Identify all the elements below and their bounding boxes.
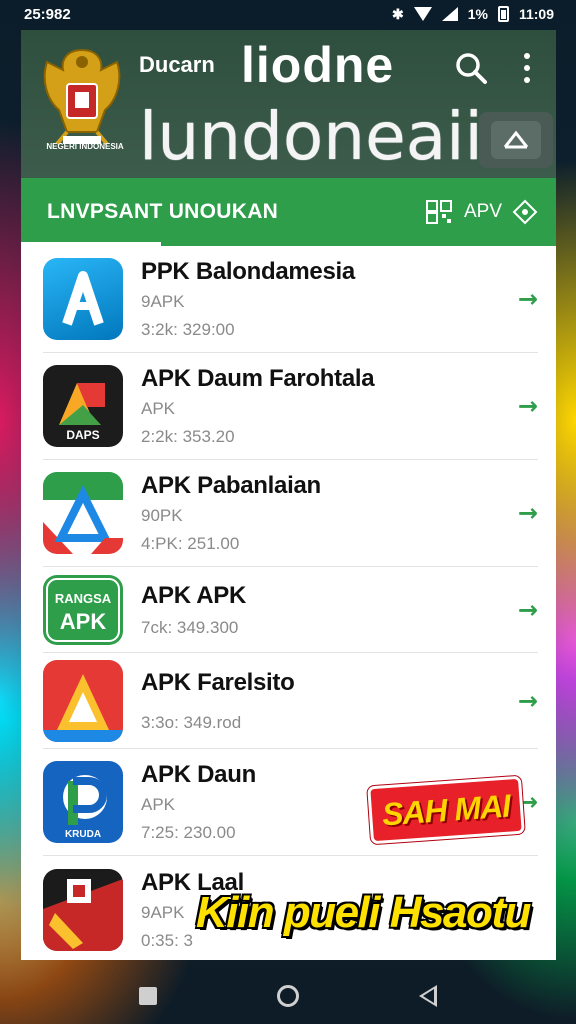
tab-bar: LNVPSANT UNOUKAN APV [21, 178, 556, 246]
app-stats: 3:3o: 349.rod [141, 712, 242, 732]
system-nav-bar [0, 968, 576, 1024]
app-stats: 7:25: 230.00 [141, 823, 236, 842]
app-name: APK Farelsito [141, 668, 295, 696]
app-name: APK Daun [141, 761, 256, 788]
brand-small-title: Ducarn [139, 52, 215, 77]
svg-text:DAPS: DAPS [66, 428, 99, 442]
brand-huge-title: lundoneaiia [139, 98, 524, 175]
svg-text:RANGSA: RANGSA [55, 591, 112, 606]
arrow-right-icon[interactable]: → [518, 285, 538, 313]
app-sub: APK [141, 399, 176, 418]
item-meta: APK APK 7ck: 349.300 [141, 582, 246, 638]
list-item[interactable]: APK Pabanlaian 90PK 4:PK: 251.00 → [43, 460, 538, 567]
arrow-right-icon[interactable]: → [518, 788, 538, 816]
app-stats: 3:2k: 329:00 [141, 320, 235, 339]
brand-big-title: liodne [241, 37, 395, 93]
rangsa-apk-icon: RANGSA APK [43, 574, 123, 645]
list-item[interactable]: PPK Balondamesia 9APK 3:2k: 329:00 → [43, 246, 538, 353]
share-inner [491, 121, 541, 159]
app-name: APK APK [141, 581, 247, 609]
promo-sticker: SAH MAI [370, 778, 522, 842]
item-meta: APK Pabanlaian 90PK 4:PK: 251.00 [141, 472, 321, 554]
battery-icon [497, 6, 509, 22]
battery-percent: 1% [467, 6, 488, 22]
wifi-icon [413, 7, 432, 21]
qr-code-icon[interactable] [425, 200, 454, 224]
arrow-right-icon[interactable]: → [518, 392, 538, 420]
svg-text:APK: APK [60, 609, 107, 634]
status-time-left: 25:982 [24, 5, 71, 23]
item-meta: APK Daum Farohtala APK 2:2k: 353.20 [141, 365, 375, 447]
share-icon [503, 130, 529, 149]
arrow-right-icon[interactable]: → [518, 687, 538, 715]
app-stats: 4:PK: 251.00 [141, 534, 240, 553]
app-header: NEGERI INDONESIA Ducarn liodne lundoneai… [21, 30, 556, 178]
back-triangle-icon[interactable] [419, 985, 437, 1007]
svg-text:KRUDA: KRUDA [65, 829, 101, 840]
promo-sticker-text: SAH MAI [380, 787, 512, 832]
emblem-caption: NEGERI INDONESIA [46, 142, 124, 151]
daps-a-icon: DAPS [43, 365, 123, 447]
status-clock: 11:09 [518, 6, 554, 22]
overlay-caption: Kiin pueli Hsaotu [196, 888, 531, 937]
more-vert-icon[interactable] [519, 50, 535, 86]
p-logo-icon: KRUDA [43, 761, 123, 843]
item-meta: APK Farelsito 3:3o: 349.rod [141, 668, 295, 733]
item-meta: PPK Balondamesia 9APK 3:2k: 329:00 [141, 258, 355, 340]
item-meta: APK Daun APK 7:25: 230.00 [141, 761, 256, 843]
share-button[interactable] [479, 112, 553, 168]
app-sub: APK [141, 795, 176, 814]
arrow-right-icon[interactable]: → [518, 499, 538, 527]
list-item[interactable]: DAPS APK Daum Farohtala APK 2:2k: 353.20… [43, 353, 538, 460]
drive-triangle-icon [43, 472, 123, 554]
app-name: APK Daum Farohtala [141, 365, 375, 392]
shield-red-icon [43, 868, 123, 951]
home-circle-icon[interactable] [277, 985, 299, 1007]
status-right: ✱ 1% 11:09 [392, 6, 554, 23]
tab-title[interactable]: LNVPSANT UNOUKAN [47, 200, 278, 224]
app-stats: 7ck: 349.300 [141, 617, 239, 637]
app-name: PPK Balondamesia [141, 258, 355, 285]
bluetooth-icon: ✱ [391, 5, 404, 22]
list-item[interactable]: APK Farelsito 3:3o: 349.rod → [43, 653, 538, 749]
app-sub: 90PK [141, 506, 183, 525]
signal-icon [441, 7, 458, 21]
app-list: PPK Balondamesia 9APK 3:2k: 329:00 → DAP… [21, 246, 556, 960]
tab-actions: APV [425, 178, 538, 246]
app-store-a-icon [43, 258, 123, 340]
status-bar: 25:982 ✱ 1% 11:09 [0, 0, 576, 28]
app-name: APK Pabanlaian [141, 472, 321, 499]
app-stats: 2:2k: 353.20 [141, 427, 235, 446]
list-item[interactable]: RANGSA APK APK APK 7ck: 349.300 → [43, 567, 538, 653]
tab-right-label[interactable]: APV [464, 201, 502, 223]
arrow-right-icon[interactable]: → [518, 596, 538, 624]
search-icon[interactable] [453, 50, 489, 86]
triangle-red-icon [43, 659, 123, 742]
recents-square-icon[interactable] [139, 987, 157, 1005]
app-sub: 9APK [141, 292, 185, 311]
diamond-icon[interactable] [512, 199, 538, 225]
